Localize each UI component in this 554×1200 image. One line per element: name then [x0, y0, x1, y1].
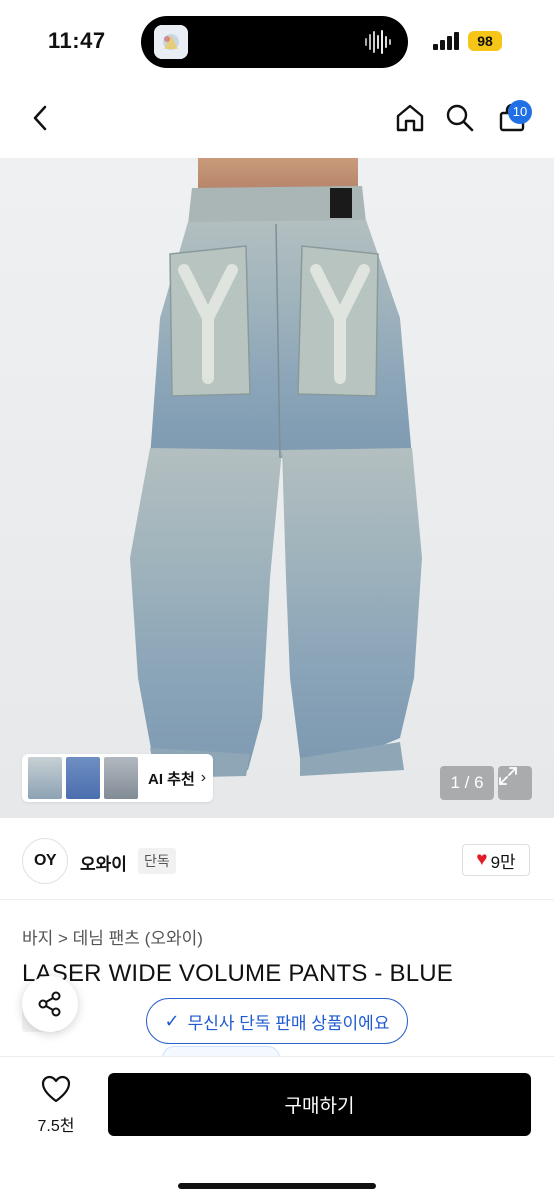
heart-filled-icon: ♥: [476, 849, 488, 870]
image-pager: 1 / 6: [440, 766, 494, 800]
wishlist-button[interactable]: 7.5천: [28, 1075, 84, 1135]
wishlist-count: 7.5천: [37, 1118, 75, 1135]
heart-outline-icon: [41, 1075, 71, 1103]
category-breadcrumb[interactable]: 바지 > 데님 팬츠 (오와이): [22, 924, 203, 949]
product-image-gallery[interactable]: AI 추천 › 1 / 6: [0, 158, 554, 818]
home-icon: [396, 104, 424, 132]
brand-like-button[interactable]: ♥ 9만: [462, 844, 530, 876]
audio-wave-icon: [365, 30, 391, 54]
battery-indicator: 98: [468, 31, 502, 51]
cellular-signal-icon: [433, 32, 459, 50]
status-time: 11:47: [48, 28, 106, 53]
ai-recommend-label: AI 추천: [148, 770, 195, 788]
product-image-jeans: [130, 158, 422, 778]
cart-count-badge: 10: [508, 100, 532, 124]
thumbnail-grey-jeans[interactable]: [104, 757, 138, 799]
search-icon: [446, 104, 474, 132]
chevron-right-icon: ›: [200, 769, 207, 786]
chevron-left-icon: [33, 105, 47, 131]
share-icon: [38, 991, 61, 1017]
checkmark-icon: ✓: [164, 1010, 180, 1031]
dynamic-island[interactable]: [141, 16, 408, 68]
share-button[interactable]: [22, 976, 78, 1032]
home-indicator: [178, 1183, 376, 1189]
brand-name[interactable]: 오와이: [80, 850, 127, 875]
thumbnail-blue-jeans[interactable]: [66, 757, 100, 799]
expand-icon: [499, 767, 517, 785]
exclusive-notice-pill: ✓ 무신사 단독 판매 상품이에요: [146, 998, 408, 1044]
thumbnail-light-jeans[interactable]: [28, 757, 62, 799]
exclusive-badge: 단독: [138, 848, 176, 874]
notice-text: 무신사 단독 판매 상품이에요: [187, 1013, 390, 1033]
brand-row[interactable]: OY 오와이 단독 ♥ 9만: [0, 818, 554, 900]
expand-button[interactable]: [498, 766, 532, 800]
now-playing-artwork-icon: [154, 25, 188, 59]
buy-button[interactable]: 구매하기: [108, 1073, 531, 1136]
back-button[interactable]: [22, 100, 58, 136]
ai-recommend-strip[interactable]: AI 추천 ›: [22, 754, 213, 802]
search-button[interactable]: [442, 100, 478, 136]
product-title: LASER WIDE VOLUME PANTS - BLUE: [22, 960, 453, 987]
bottom-action-bar: 7.5천 구매하기: [0, 1056, 554, 1200]
status-bar: 11:47 98: [0, 0, 554, 84]
home-button[interactable]: [392, 100, 428, 136]
top-nav: [0, 84, 554, 158]
brand-like-count: 9만: [490, 852, 516, 872]
brand-logo[interactable]: OY: [22, 838, 68, 884]
